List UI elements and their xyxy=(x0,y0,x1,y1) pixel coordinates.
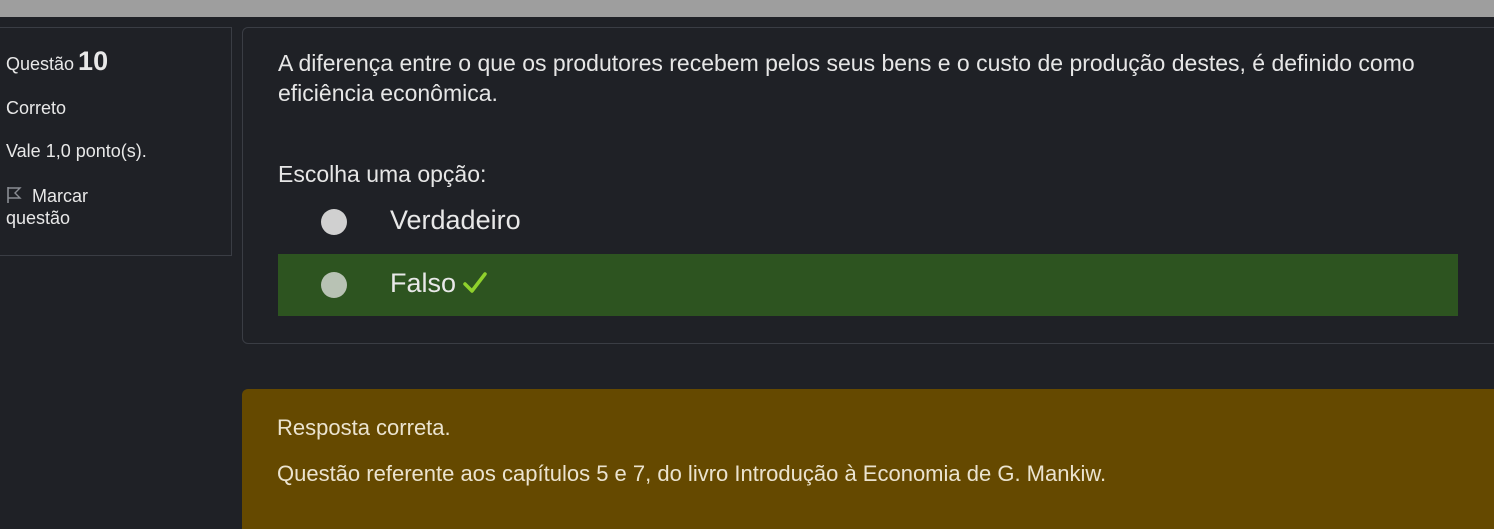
top-bar xyxy=(0,0,1494,17)
question-content: A diferença entre o que os produtores re… xyxy=(242,27,1494,344)
flag-question-link[interactable]: Marcar questão xyxy=(6,186,88,228)
question-info-panel: Questão 10 Correto Vale 1,0 ponto(s). Mar… xyxy=(0,27,232,256)
option-label-falso-wrap: Falso xyxy=(390,268,488,303)
question-label: Questão xyxy=(6,54,75,74)
option-falso[interactable]: Falso xyxy=(278,254,1458,316)
flag-icon xyxy=(6,186,22,208)
feedback-status: Resposta correta. xyxy=(277,415,451,440)
question-text: A diferença entre o que os produtores re… xyxy=(278,50,1415,106)
option-verdadeiro[interactable]: Verdadeiro xyxy=(278,191,1458,253)
radio-verdadeiro[interactable] xyxy=(321,209,347,235)
answer-prompt: Escolha uma opção: xyxy=(278,161,487,187)
option-label-falso: Falso xyxy=(390,268,457,298)
option-label-verdadeiro: Verdadeiro xyxy=(390,205,521,235)
flag-label-line1: Marcar xyxy=(32,186,89,206)
feedback-detail: Questão referente aos capítulos 5 e 7, d… xyxy=(277,461,1107,486)
question-grade: Vale 1,0 ponto(s). xyxy=(6,141,147,161)
question-number: Questão 10 xyxy=(6,46,108,77)
feedback-box: Resposta correta. Questão referente aos … xyxy=(242,389,1494,529)
checkmark-icon xyxy=(462,270,488,303)
question-state: Correto xyxy=(6,98,67,118)
flag-label-line2: questão xyxy=(6,208,71,228)
radio-falso[interactable] xyxy=(321,272,347,298)
question-number-value: 10 xyxy=(78,46,109,76)
